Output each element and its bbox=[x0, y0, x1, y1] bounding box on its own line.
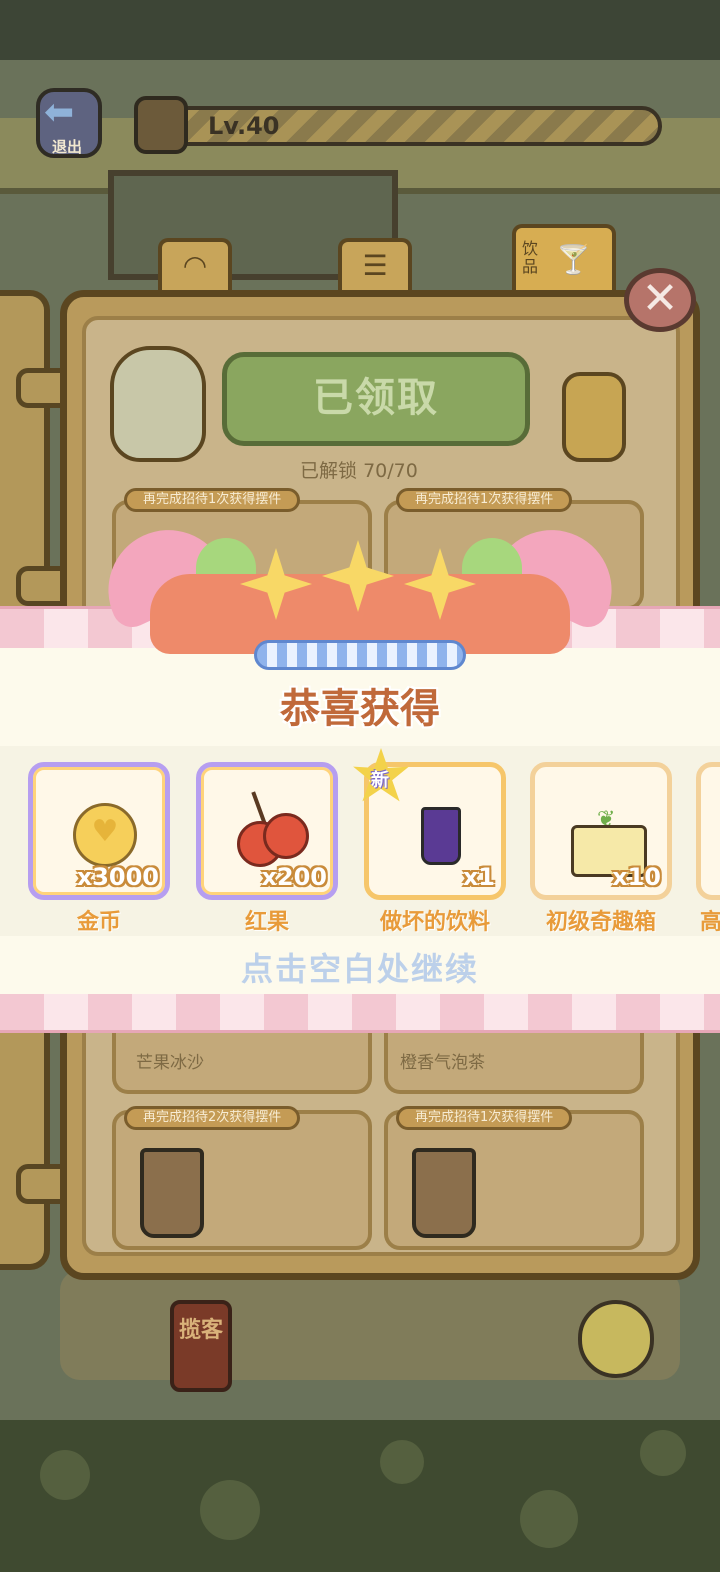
reward-quantity: x1 bbox=[462, 863, 495, 891]
gold-coin-icon: ♥ bbox=[73, 803, 137, 867]
tab-bread[interactable]: ◠ bbox=[158, 238, 232, 294]
exit-label: 退出 bbox=[52, 138, 83, 156]
reward-label-partial: 高 bbox=[700, 910, 720, 935]
shop-floor bbox=[0, 1420, 720, 1572]
popup-stripe-bottom bbox=[0, 994, 720, 1033]
reward-quantity: x10 bbox=[612, 863, 661, 891]
card-name: 橙香气泡茶 bbox=[400, 1053, 485, 1073]
close-icon: ✕ bbox=[641, 273, 679, 324]
card-hint: 再完成招待1次获得摆件 bbox=[396, 1106, 573, 1130]
reward-item-partial[interactable] bbox=[696, 762, 720, 900]
unlock-count: 70/70 bbox=[363, 460, 418, 482]
card-name: 芒果冰沙 bbox=[136, 1053, 204, 1073]
recipe-card[interactable] bbox=[112, 1110, 372, 1250]
bread-icon: ◠ bbox=[182, 249, 208, 282]
card-hint: 再完成招待1次获得摆件 bbox=[124, 488, 301, 512]
reward-item-fun-box[interactable]: ❦ x10 bbox=[530, 762, 672, 900]
new-badge-label: 新 bbox=[371, 770, 389, 791]
reward-label: 红果 bbox=[244, 910, 289, 935]
coffee-cup-icon bbox=[134, 96, 188, 154]
lemon-jar-icon bbox=[562, 372, 626, 462]
chick-mascot bbox=[578, 1300, 654, 1378]
clipboard-icon: ☰ bbox=[362, 249, 388, 282]
reward-label: 金币 bbox=[76, 910, 121, 935]
reward-label: 做坏的饮料 bbox=[379, 910, 490, 935]
reward-quantity: x3000 bbox=[76, 863, 159, 891]
recipe-card[interactable] bbox=[384, 1110, 644, 1250]
card-hint: 再完成招待2次获得摆件 bbox=[124, 1106, 301, 1130]
claimed-button[interactable]: 已领取 bbox=[222, 352, 530, 446]
level-label: Lv.40 bbox=[208, 112, 280, 140]
reward-item-coin[interactable]: ♥ x3000 bbox=[28, 762, 170, 900]
tab-drinks-label: 饮品 bbox=[522, 239, 539, 276]
close-button[interactable]: ✕ bbox=[624, 268, 696, 332]
milk-tea-cup-icon bbox=[140, 1148, 204, 1238]
reward-label: 初级奇趣箱 bbox=[545, 910, 656, 935]
reward-quantity: x200 bbox=[261, 863, 327, 891]
tab-clipboard[interactable]: ☰ bbox=[338, 238, 412, 294]
ruined-drink-icon bbox=[421, 807, 461, 865]
reward-item-red-fruit[interactable]: x200 bbox=[196, 762, 338, 900]
card-hint: 再完成招待1次获得摆件 bbox=[396, 488, 573, 512]
iced-coffee-cup-icon bbox=[412, 1148, 476, 1238]
drink-icon: 🍸 bbox=[556, 243, 591, 276]
popup-title: 恭喜获得 bbox=[280, 686, 440, 732]
unlock-label: 已解锁 bbox=[300, 460, 358, 482]
back-arrow-icon: ⬅ bbox=[44, 92, 75, 133]
shop-sign-ke: 揽客 bbox=[170, 1300, 232, 1392]
mascot-cup-character bbox=[110, 346, 206, 462]
continue-hint[interactable]: 点击空白处继续 bbox=[0, 944, 720, 990]
unlock-progress: 已解锁 70/70 bbox=[300, 456, 418, 483]
ribbon-lace bbox=[254, 640, 466, 670]
